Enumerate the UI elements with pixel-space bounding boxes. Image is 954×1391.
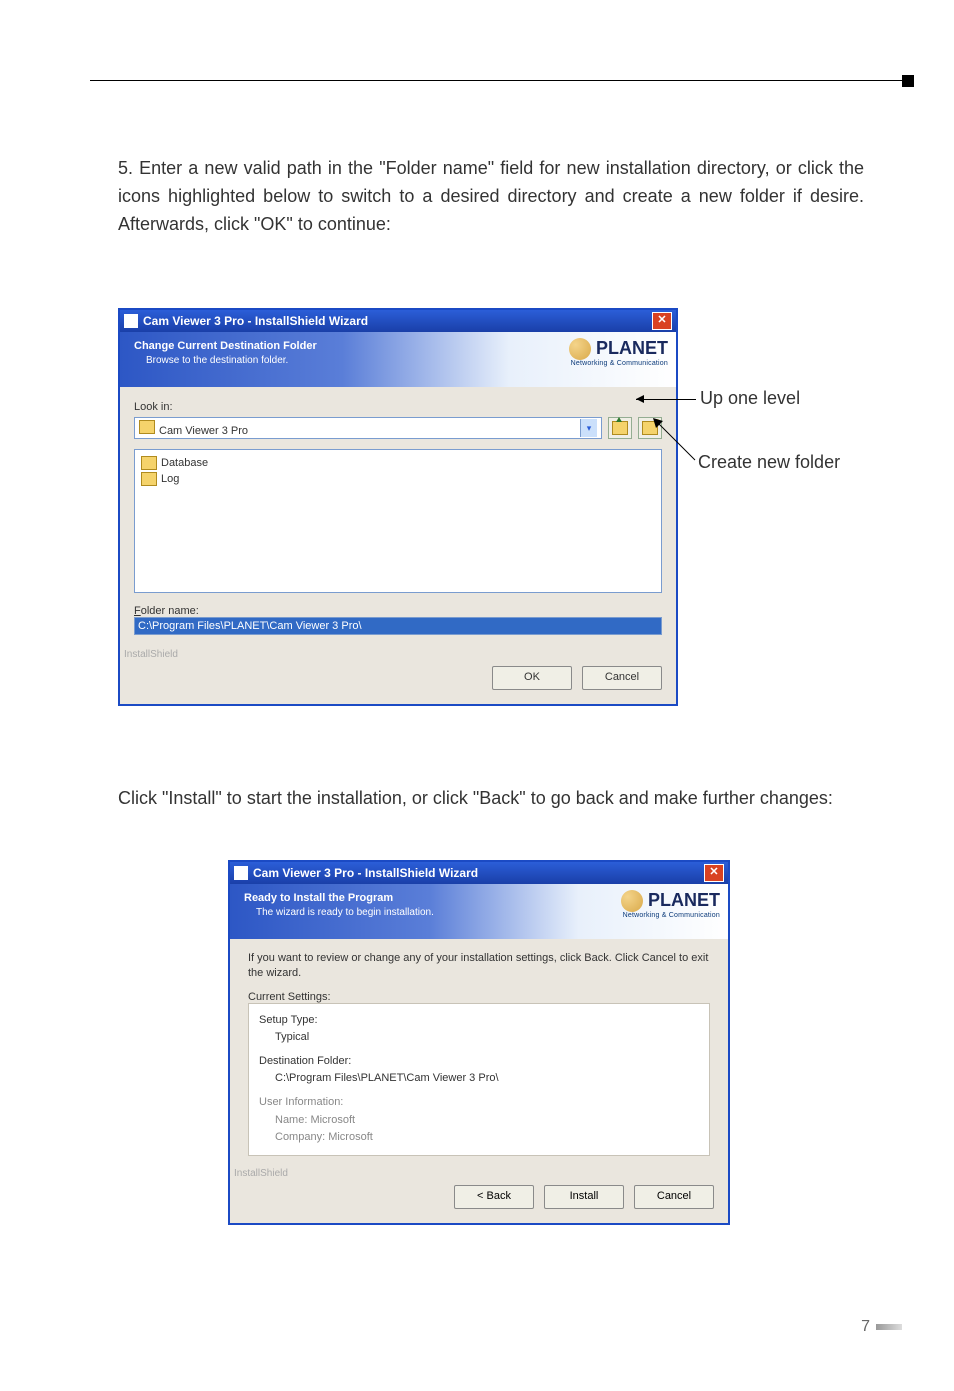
dialog-change-folder-wrap: Cam Viewer 3 Pro - InstallShield Wizard …: [118, 308, 678, 706]
dialog-banner: Change Current Destination Folder Browse…: [120, 332, 676, 387]
window-icon: [234, 866, 248, 880]
list-item[interactable]: Log: [141, 472, 655, 486]
window-title: Cam Viewer 3 Pro - InstallShield Wizard: [253, 866, 478, 880]
page: 5. Enter a new valid path in the "Folder…: [0, 0, 954, 1391]
ok-button[interactable]: OK: [492, 666, 572, 690]
folder-name-input[interactable]: [134, 617, 662, 635]
user-info-label: User Information:: [259, 1094, 699, 1112]
dialog-change-folder: Cam Viewer 3 Pro - InstallShield Wizard …: [118, 308, 678, 706]
folder-list[interactable]: Database Log: [134, 449, 662, 593]
dialog-buttons: < Back Install Cancel: [230, 1181, 728, 1223]
folder-icon: [141, 456, 157, 470]
current-settings-label: Current Settings:: [248, 991, 710, 1003]
annotation-up-one-level: Up one level: [700, 388, 800, 409]
user-name: Name: Microsoft: [275, 1112, 699, 1130]
back-button[interactable]: < Back: [454, 1185, 534, 1209]
cancel-button[interactable]: Cancel: [634, 1185, 714, 1209]
install-button[interactable]: Install: [544, 1185, 624, 1209]
list-item[interactable]: Database: [141, 456, 655, 470]
arrow-create-new-folder: [653, 418, 703, 468]
folder-icon: [141, 472, 157, 486]
dialog-ready-install-wrap: Cam Viewer 3 Pro - InstallShield Wizard …: [228, 860, 730, 1225]
look-in-label: Look in:: [134, 401, 662, 413]
chevron-down-icon[interactable]: ▾: [580, 419, 597, 437]
logo-tagline: Networking & Communication: [600, 912, 720, 919]
page-number: 7: [861, 1318, 902, 1336]
page-number-value: 7: [861, 1318, 870, 1336]
list-item-label: Database: [161, 457, 208, 469]
planet-logo: PLANET Networking & Communication: [548, 338, 668, 378]
close-icon[interactable]: ✕: [652, 312, 672, 330]
installshield-label: InstallShield: [234, 1168, 724, 1179]
dialog-ready-install: Cam Viewer 3 Pro - InstallShield Wizard …: [228, 860, 730, 1225]
dialog-body: If you want to review or change any of y…: [230, 939, 728, 1160]
page-number-bar: [876, 1324, 902, 1330]
dialog-body: Look in: Cam Viewer 3 Pro ▾ Database: [120, 387, 676, 641]
titlebar: Cam Viewer 3 Pro - InstallShield Wizard …: [120, 310, 676, 332]
look-in-row: Cam Viewer 3 Pro ▾: [134, 417, 662, 439]
header-square: [902, 75, 914, 87]
user-company: Company: Microsoft: [275, 1129, 699, 1147]
window-icon: [124, 314, 138, 328]
look-in-combo[interactable]: Cam Viewer 3 Pro ▾: [134, 417, 602, 439]
setup-type-label: Setup Type:: [259, 1012, 699, 1030]
titlebar: Cam Viewer 3 Pro - InstallShield Wizard …: [230, 862, 728, 884]
logo-text: PLANET: [648, 890, 720, 910]
annotation-create-new-folder: Create new folder: [698, 452, 840, 473]
planet-logo: PLANET Networking & Communication: [600, 890, 720, 930]
folder-name-label: Folder name:: [134, 605, 662, 617]
destination-folder-value: C:\Program Files\PLANET\Cam Viewer 3 Pro…: [275, 1070, 699, 1088]
logo-tagline: Networking & Communication: [548, 360, 668, 367]
up-one-level-button[interactable]: [608, 417, 632, 439]
globe-icon: [621, 890, 643, 912]
dialog-banner: Ready to Install the Program The wizard …: [230, 884, 728, 939]
folder-icon: [139, 420, 155, 434]
dialog-buttons: OK Cancel: [120, 662, 676, 704]
step5-text: 5. Enter a new valid path in the "Folder…: [118, 155, 864, 239]
list-item-label: Log: [161, 473, 179, 485]
look-in-value: Cam Viewer 3 Pro: [159, 425, 248, 437]
settings-summary: Setup Type: Typical Destination Folder: …: [248, 1003, 710, 1156]
installshield-label: InstallShield: [124, 649, 672, 660]
up-one-level-icon: [612, 421, 628, 435]
window-title: Cam Viewer 3 Pro - InstallShield Wizard: [143, 314, 368, 328]
destination-folder-label: Destination Folder:: [259, 1053, 699, 1071]
globe-icon: [569, 338, 591, 360]
info-text: If you want to review or change any of y…: [248, 951, 710, 981]
cancel-button[interactable]: Cancel: [582, 666, 662, 690]
arrow-up-one-level: [636, 399, 696, 400]
logo-text: PLANET: [596, 338, 668, 358]
header-rule: [90, 80, 914, 81]
click-install-text: Click "Install" to start the installatio…: [118, 785, 864, 813]
close-icon[interactable]: ✕: [704, 864, 724, 882]
setup-type-value: Typical: [275, 1029, 699, 1047]
